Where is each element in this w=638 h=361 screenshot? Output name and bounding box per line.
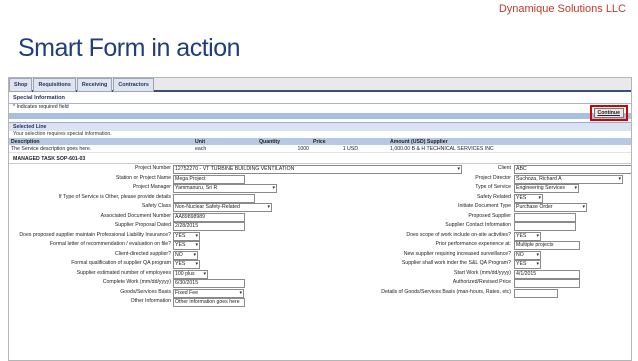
col-unit: Unit [193, 138, 257, 145]
form-row: If Type of Service is Other, please prov… [9, 193, 631, 203]
form-row: Station or Project Name Mega Project Proje… [9, 174, 631, 184]
does-scope-of-work-include-on-site-activ-label: Does scope of work include on-site activ… [406, 231, 511, 238]
selection-message: Your selection requires special informat… [13, 131, 112, 137]
complete-work-mm-dd-yyyy-label: Complete Work (mm/dd/yyyy) [102, 279, 171, 285]
form-row: Formal qualification of supplier QA prog… [9, 259, 631, 269]
safety-class-label: Safety Class [141, 203, 171, 209]
cell-unit: each [193, 145, 257, 153]
supplier-proposal-dated-label: Supplier Proposal Dated [114, 222, 171, 228]
proposed-supplier-label: Proposed Supplier [468, 212, 511, 219]
does-proposed-supplier-maintain-professi-label: Does proposed supplier maintain Professi… [19, 231, 171, 238]
details-of-goods-services-basis-man-hour-label: Details of Goods/Services Basis (man-hou… [381, 288, 511, 295]
formal-qualification-of-supplier-qa-prog-label: Formal qualification of supplier QA prog… [71, 260, 171, 266]
supplier-contact-information-label: Supplier Contact Information [445, 222, 511, 228]
task-heading: MANAGED TASK SOP-601-03 [9, 155, 631, 164]
selected-line-table: Description Unit Quantity Price Amount (… [9, 138, 631, 153]
form-row: Formal letter of recommendation / evalua… [9, 240, 631, 250]
form-row: Does proposed supplier maintain Professi… [9, 231, 631, 241]
col-amount-supplier: Amount (USD) Supplier [360, 138, 631, 145]
continue-highlight: Continue [589, 105, 628, 121]
continue-button[interactable]: Continue [593, 108, 624, 118]
project-director-label: Project Director [475, 174, 511, 181]
table-row[interactable]: The Service description goes here. each … [9, 145, 631, 153]
cell-quantity: 1000 [257, 145, 311, 153]
new-supplier-requiring-increased-surveil-label: New supplier requiring increased surveil… [403, 250, 511, 257]
formal-letter-of-recommendation-evaluati-label: Formal letter of recommendation / evalua… [49, 241, 171, 247]
initiate-document-type-label: Initiate Document Type [458, 203, 511, 209]
form-row: Supplier estimated number of employees 10… [9, 269, 631, 279]
tab-contractors[interactable]: Contractors [113, 78, 154, 92]
form-row: Project Number 12752270 - VT TURBINE BUIL… [9, 164, 631, 174]
client-label: Client [497, 165, 511, 171]
col-description: Description [9, 138, 193, 145]
app-screenshot: Shop Requisitions Receiving Contractors … [8, 77, 632, 361]
other-information-label: Other Information [130, 298, 171, 304]
authorized-revised-price-label: Authorized/Revised Price [452, 279, 511, 285]
form-row: Goods/Services BasisFixed FeeDetails of … [9, 288, 631, 298]
supplier-shall-work-inder-the-s-l-qa-pro-label: Supplier shall work inder the S&L QA Pro… [401, 260, 511, 266]
divider-bar [9, 113, 631, 119]
col-quantity: Quantity [257, 138, 311, 145]
form-row: Client-directed supplier?NONew supplier … [9, 250, 631, 260]
form-row: Supplier Proposal Dated 2/28/2015 Supplier… [9, 221, 631, 231]
form-row: Other Information Other information goes … [9, 297, 631, 307]
tab-bar: Shop Requisitions Receiving Contractors [9, 78, 631, 92]
tab-requisitions[interactable]: Requisitions [33, 78, 76, 92]
supplier-estimated-number-of-employees-label: Supplier estimated number of employees [76, 269, 171, 276]
cell-amount-supplier: 1,000.00 B & H TECHNICAL SERVICES INC [360, 145, 631, 153]
other-information-input[interactable]: Other information goes here [173, 298, 245, 307]
form-row: Safety ClassNon-Nuclear Safety-RelatedIn… [9, 202, 631, 212]
associated-document-number-label: Associated Document Number [100, 212, 171, 219]
special-info-heading: Special Information [9, 94, 631, 104]
special-info-form: Project Number 12752270 - VT TURBINE BUIL… [9, 164, 631, 307]
goods-services-basis-label: Goods/Services Basis [120, 288, 171, 295]
slide-title: Smart Form in action [18, 34, 241, 62]
project-number-label: Project Number [134, 165, 171, 171]
safety-related-label: Safety Related [476, 193, 511, 200]
station-or-project-name-label: Station or Project Name [115, 174, 171, 181]
cell-price: 1 USD [311, 145, 360, 153]
selected-line-heading: Selected Line [9, 122, 631, 131]
type-of-service-label: Type of Service [475, 184, 511, 190]
prior-performance-experience-at-label: Prior performance experience at: [435, 241, 511, 247]
tab-shop[interactable]: Shop [9, 78, 33, 92]
required-note: * Indicates required field [13, 104, 69, 110]
col-price: Price [311, 138, 360, 145]
form-row: Complete Work (mm/dd/yyyy) 6/30/2015 Autho… [9, 278, 631, 288]
brand-name: Dynamique Solutions LLC [498, 3, 626, 15]
client-directed-supplier-label: Client-directed supplier? [115, 250, 171, 257]
if-type-of-service-is-other-please-provi-label: If Type of Service is Other, please prov… [58, 193, 171, 200]
project-manager-label: Project Manager [132, 184, 171, 190]
start-work-mm-dd-yyyy-label: Start Work (mm/dd/yyyy) [454, 269, 511, 276]
form-row: Project ManagerYammanuru, Sri RType of S… [9, 183, 631, 193]
tab-receiving[interactable]: Receiving [76, 78, 113, 92]
form-row: Associated Document Number AA89898989 Prop… [9, 212, 631, 222]
cell-description: The Service description goes here. [9, 145, 193, 153]
